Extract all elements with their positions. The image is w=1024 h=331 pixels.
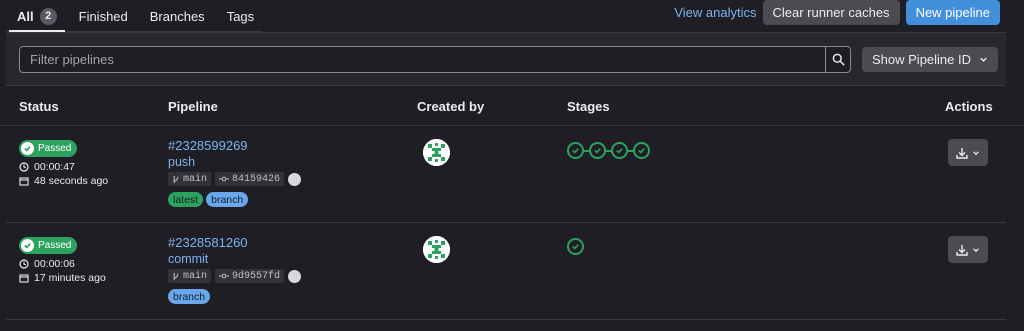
- header-status: Status: [19, 99, 59, 114]
- finished-time: 17 minutes ago: [19, 272, 106, 284]
- branch-ref[interactable]: main: [168, 269, 212, 283]
- branch-name: main: [183, 173, 208, 185]
- filter-panel: Show Pipeline ID: [6, 32, 1006, 86]
- pipeline-stages: [567, 238, 584, 255]
- check-icon: [638, 148, 645, 154]
- status-badge[interactable]: Passed: [19, 140, 78, 157]
- clock-icon: [19, 259, 29, 269]
- pipeline-stages: [567, 142, 650, 159]
- commit-icon: [219, 273, 230, 279]
- tag-branch: branch: [168, 289, 211, 304]
- check-icon: [572, 244, 579, 250]
- status-badge[interactable]: Passed: [19, 237, 78, 254]
- commit-author-avatar[interactable]: [288, 269, 302, 283]
- table-row: Passed 00:00:47 48 seconds ago #23285992…: [6, 126, 1006, 223]
- pipeline-source-link[interactable]: push: [168, 155, 195, 169]
- tab-tags[interactable]: Tags: [216, 0, 265, 32]
- search-icon: [832, 53, 845, 66]
- download-icon: [956, 147, 968, 159]
- finished-time: 48 seconds ago: [19, 175, 108, 187]
- branch-icon: [173, 272, 179, 280]
- clear-runner-caches-button[interactable]: Clear runner caches: [762, 0, 900, 25]
- commit-icon: [219, 176, 230, 182]
- header-stages: Stages: [567, 99, 610, 114]
- tab-all-label: All: [17, 8, 34, 24]
- download-artifacts-dropdown[interactable]: [948, 139, 988, 166]
- commit-sha-text: 9d9557fd: [232, 270, 281, 282]
- branch-icon: [173, 175, 179, 183]
- pipeline-id-link[interactable]: #2328599269: [168, 138, 248, 153]
- view-analytics-link[interactable]: View analytics: [674, 5, 756, 20]
- check-circle-icon: [21, 239, 34, 252]
- filter-search-button[interactable]: [825, 46, 851, 73]
- header-actions: Actions: [945, 99, 993, 114]
- pipeline-tabs-bar: All 2 Finished Branches Tags View analyt…: [0, 0, 1024, 32]
- duration-text: 00:00:47: [34, 161, 75, 173]
- download-artifacts-dropdown[interactable]: [948, 236, 988, 263]
- finished-text: 48 seconds ago: [34, 175, 109, 187]
- tag-latest: latest: [168, 192, 204, 207]
- header-created-by: Created by: [417, 99, 485, 114]
- stage-status[interactable]: [567, 238, 584, 255]
- branch-name: main: [183, 270, 208, 282]
- tab-all[interactable]: All 2: [6, 0, 68, 32]
- duration: 00:00:06: [19, 258, 75, 270]
- tab-finished[interactable]: Finished: [68, 0, 139, 32]
- pipeline-source-link[interactable]: commit: [168, 252, 208, 266]
- identicon-avatar[interactable]: [423, 236, 450, 263]
- clock-icon: [19, 162, 29, 172]
- table-row: Passed 00:00:06 17 minutes ago #23285812…: [6, 223, 1006, 320]
- commit-sha-text: 84159426: [232, 173, 281, 185]
- check-circle-icon: [21, 142, 34, 155]
- pipeline-tags: branch: [168, 289, 211, 304]
- chevron-down-icon: [980, 57, 987, 62]
- chevron-down-icon: [973, 150, 979, 155]
- commit-author-avatar[interactable]: [288, 172, 302, 186]
- tab-branches-label: Branches: [149, 8, 205, 24]
- show-pipeline-id-dropdown[interactable]: Show Pipeline ID: [862, 47, 998, 72]
- branch-ref[interactable]: main: [168, 172, 212, 186]
- duration: 00:00:47: [19, 161, 75, 173]
- download-icon: [956, 244, 968, 256]
- chevron-down-icon: [973, 247, 979, 252]
- show-pipeline-id-label: Show Pipeline ID: [872, 52, 971, 67]
- table-header: Status Pipeline Created by Stages Action…: [0, 86, 1024, 126]
- header-pipeline: Pipeline: [168, 99, 218, 114]
- check-icon: [572, 148, 579, 154]
- stage-status[interactable]: [633, 142, 650, 159]
- pipeline-id-link[interactable]: #2328581260: [168, 235, 248, 250]
- stage-status[interactable]: [589, 142, 606, 159]
- tab-list: All 2 Finished Branches Tags: [6, 0, 262, 32]
- stage-status[interactable]: [611, 142, 628, 159]
- tab-finished-label: Finished: [78, 8, 128, 24]
- finished-text: 17 minutes ago: [34, 272, 106, 284]
- commit-sha[interactable]: 9d9557fd: [215, 269, 285, 283]
- calendar-icon: [19, 177, 29, 186]
- duration-text: 00:00:06: [34, 258, 75, 270]
- identicon-avatar[interactable]: [423, 139, 450, 166]
- tab-tags-label: Tags: [226, 8, 255, 24]
- pipeline-tags: latest branch: [168, 192, 249, 207]
- status-label: Passed: [38, 143, 72, 154]
- calendar-icon: [19, 274, 29, 283]
- check-icon: [616, 148, 623, 154]
- commit-sha[interactable]: 84159426: [215, 172, 285, 186]
- page-actions: View analytics Clear runner caches New p…: [674, 0, 1000, 25]
- ref-line: main 84159426: [168, 172, 302, 186]
- stage-status[interactable]: [567, 142, 584, 159]
- ref-line: main 9d9557fd: [168, 269, 302, 283]
- tab-all-count-badge: 2: [39, 7, 57, 25]
- check-icon: [594, 148, 601, 154]
- new-pipeline-button[interactable]: New pipeline: [905, 0, 1000, 25]
- tag-branch: branch: [206, 192, 249, 207]
- tab-branches[interactable]: Branches: [139, 0, 216, 32]
- status-label: Passed: [38, 240, 72, 251]
- filter-pipelines-input[interactable]: [19, 46, 826, 73]
